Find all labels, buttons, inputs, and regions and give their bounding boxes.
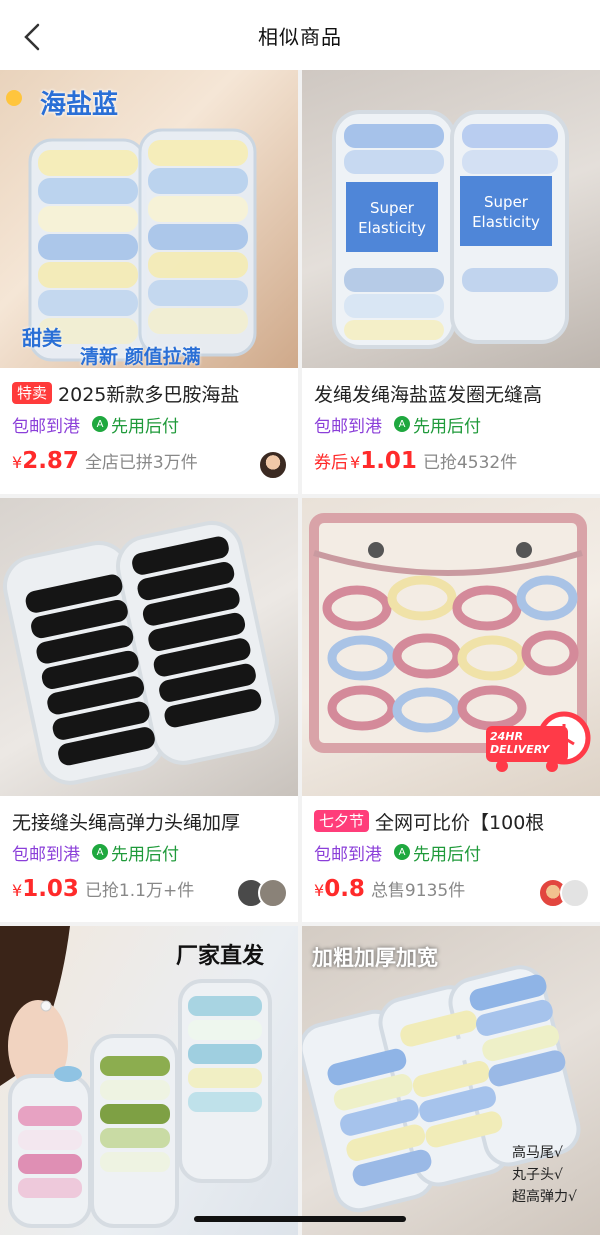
image-caption: 超高弹力√ [512, 1189, 577, 1205]
free-shipping-tag: 包邮到港 [12, 416, 80, 437]
product-image[interactable]: 厂家直发 [0, 926, 298, 1235]
image-caption: 丸子头√ [512, 1167, 563, 1183]
pay-later-label: 先用后付 [413, 844, 481, 865]
product-card[interactable]: 海盐蓝 甜美 清新 颜值拉满 特卖 2025新款多巴胺海盐 包邮到港 A 先用后付… [0, 70, 298, 494]
product-info: 七夕节 全网可比价【100根 包邮到港 A 先用后付 ¥ 0.8 总售9135件 [302, 796, 600, 922]
product-title-text: 发绳发绳海盐蓝发圈无缝高 [314, 383, 543, 406]
home-indicator[interactable] [194, 1216, 406, 1222]
product-card[interactable]: 无接缝头绳高弹力头绳加厚 包邮到港 A 先用后付 ¥ 1.03 已抢1.1万+件 [0, 498, 298, 922]
chevron-left-icon[interactable] [18, 22, 48, 52]
product-image[interactable] [0, 498, 298, 796]
promo-badge: 七夕节 [314, 810, 370, 832]
free-shipping-tag: 包邮到港 [12, 844, 80, 865]
price: 1.01 [360, 448, 417, 474]
product-card[interactable]: 加粗加厚加宽 高马尾√ 丸子头√ 超高弹力√ [302, 926, 600, 1235]
product-title-text: 2025新款多巴胺海盐 [58, 383, 240, 406]
image-caption: 高马尾√ [512, 1145, 563, 1161]
buyer-avatars [538, 878, 590, 908]
product-card[interactable]: 24HR DELIVERY 七夕节 全网可比价【100根 包邮到港 A 先用后付 … [302, 498, 600, 922]
product-card[interactable]: 厂家直发 [0, 926, 298, 1235]
product-image[interactable]: 海盐蓝 甜美 清新 颜值拉满 [0, 70, 298, 368]
product-title[interactable]: 七夕节 全网可比价【100根 [314, 806, 590, 836]
buyer-avatars [236, 878, 288, 908]
product-title-text: 无接缝头绳高弹力头绳加厚 [12, 811, 241, 834]
service-tags: 包邮到港 A 先用后付 [314, 412, 481, 437]
sold-count: 已抢4532件 [422, 453, 518, 473]
avatar [560, 878, 590, 908]
pay-later-tag: A 先用后付 [92, 412, 179, 437]
pay-later-tag: A 先用后付 [394, 840, 481, 865]
free-shipping-tag: 包邮到港 [314, 416, 382, 437]
product-info: 特卖 2025新款多巴胺海盐 包邮到港 A 先用后付 ¥ 2.87 全店已拼3万件 [0, 368, 298, 494]
service-tags: 包邮到港 A 先用后付 [314, 840, 481, 865]
coupon-label: 券后 [314, 453, 348, 473]
product-card[interactable]: Super Elasticity Super Elasticity 发绳发绳海盐… [302, 70, 600, 494]
image-caption: 清新 颜值拉满 [80, 346, 201, 368]
pay-later-label: 先用后付 [413, 416, 481, 437]
pay-later-label: 先用后付 [111, 416, 179, 437]
pay-later-icon: A [394, 844, 410, 860]
avatar [258, 450, 288, 480]
pay-later-label: 先用后付 [111, 844, 179, 865]
service-tags: 包邮到港 A 先用后付 [12, 840, 179, 865]
product-title-text: 全网可比价【100根 [375, 811, 545, 834]
sold-count: 总售9135件 [370, 881, 466, 901]
product-title[interactable]: 发绳发绳海盐蓝发圈无缝高 [314, 378, 590, 408]
price: 2.87 [22, 448, 79, 474]
image-caption: 厂家直发 [176, 944, 265, 969]
price: 1.03 [22, 876, 79, 902]
sold-count: 全店已拼3万件 [84, 453, 198, 473]
product-title[interactable]: 无接缝头绳高弹力头绳加厚 [12, 806, 288, 836]
product-image[interactable]: 加粗加厚加宽 高马尾√ 丸子头√ 超高弹力√ [302, 926, 600, 1235]
pay-later-tag: A 先用后付 [394, 412, 481, 437]
service-tags: 包邮到港 A 先用后付 [12, 412, 179, 437]
currency-symbol: ¥ [314, 881, 325, 900]
pay-later-icon: A [92, 844, 108, 860]
free-shipping-tag: 包邮到港 [314, 844, 382, 865]
image-caption: 甜美 [22, 326, 62, 350]
product-title[interactable]: 特卖 2025新款多巴胺海盐 [12, 378, 288, 408]
image-caption: Super Elasticity [358, 199, 426, 237]
pay-later-icon: A [394, 416, 410, 432]
price-line: ¥ 2.87 全店已拼3万件 [12, 448, 286, 482]
product-image[interactable]: Super Elasticity Super Elasticity [302, 70, 600, 368]
product-info: 无接缝头绳高弹力头绳加厚 包邮到港 A 先用后付 ¥ 1.03 已抢1.1万+件 [0, 796, 298, 922]
pay-later-icon: A [92, 416, 108, 432]
price: 0.8 [324, 876, 365, 902]
product-image[interactable]: 24HR DELIVERY [302, 498, 600, 796]
promo-badge: 特卖 [12, 382, 53, 404]
pay-later-tag: A 先用后付 [92, 840, 179, 865]
product-info: 发绳发绳海盐蓝发圈无缝高 包邮到港 A 先用后付 券后 ¥ 1.01 已抢4532… [302, 368, 600, 494]
image-caption: 加粗加厚加宽 [312, 946, 438, 970]
image-caption: 24HR DELIVERY [490, 730, 550, 756]
image-caption: 海盐蓝 [40, 90, 119, 120]
top-bar: 相似商品 [0, 0, 600, 70]
image-caption: Super Elasticity [472, 193, 540, 231]
avatar [258, 878, 288, 908]
page-title: 相似商品 [258, 24, 342, 49]
sold-count: 已抢1.1万+件 [84, 881, 195, 901]
currency-symbol: ¥ [12, 881, 23, 900]
currency-symbol: ¥ [350, 453, 361, 472]
currency-symbol: ¥ [12, 453, 23, 472]
price-line: 券后 ¥ 1.01 已抢4532件 [314, 448, 588, 482]
buyer-avatars [258, 450, 288, 480]
